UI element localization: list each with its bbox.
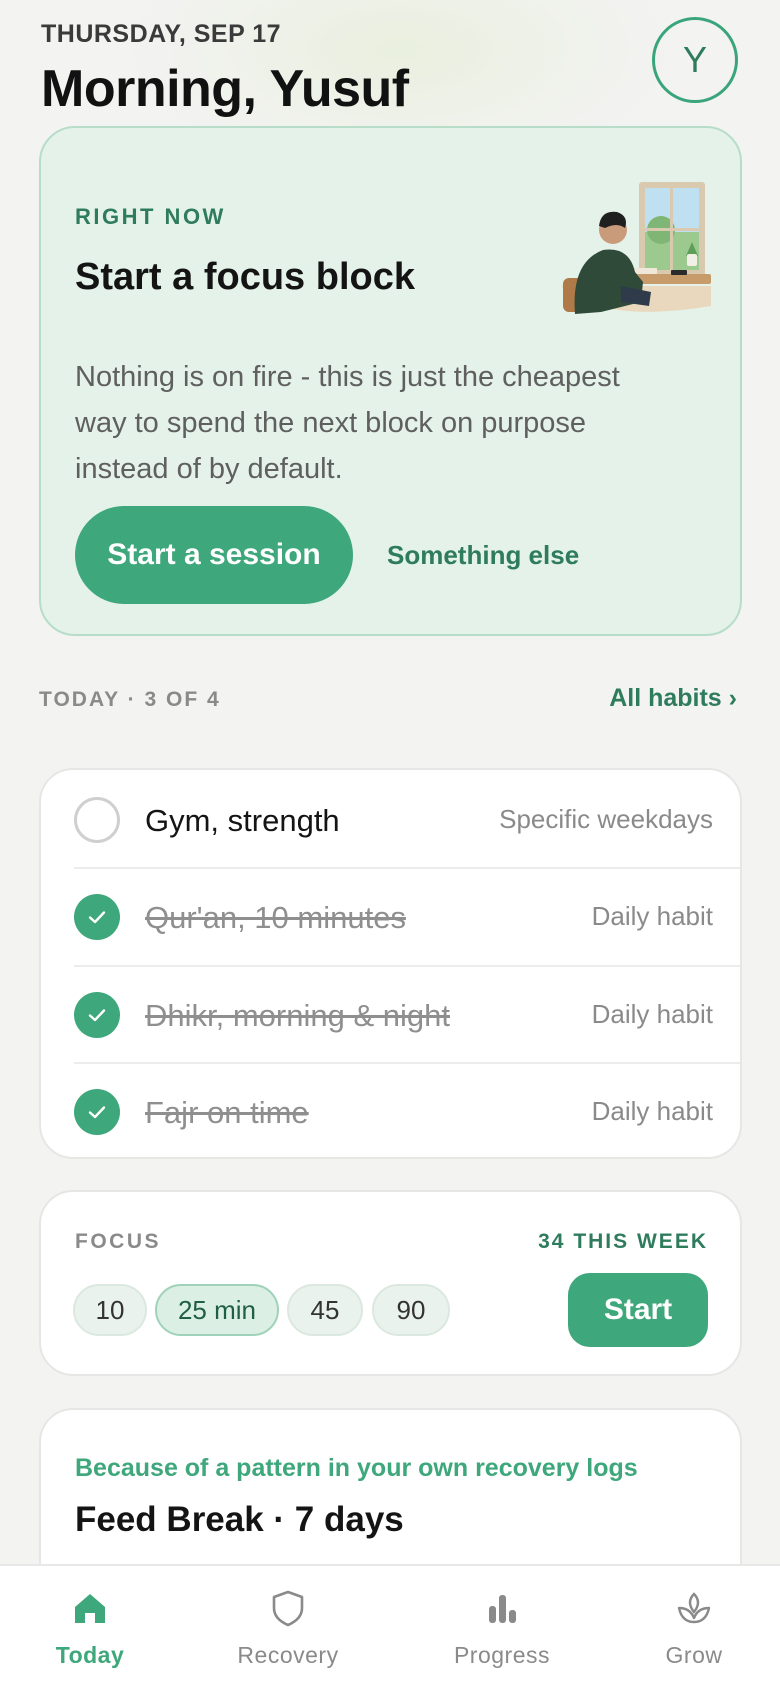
checkmark-icon[interactable] — [74, 992, 120, 1038]
habit-frequency: Daily habit — [591, 999, 713, 1029]
insight-subtitle: Because of a pattern in your own recover… — [75, 1454, 638, 1482]
habit-frequency: Daily habit — [591, 1096, 713, 1126]
duration-chip-90[interactable]: 90 — [372, 1284, 450, 1336]
hero-title: Start a focus block — [75, 256, 415, 298]
something-else-link[interactable]: Something else — [387, 540, 579, 571]
focus-suggestion-card: RIGHT NOW Start a focus block Nothing is… — [39, 126, 742, 636]
habit-frequency: Daily habit — [591, 901, 713, 931]
checkmark-icon[interactable] — [74, 1089, 120, 1135]
bottom-tab-bar: Today Recovery Progress Grow — [0, 1564, 780, 1688]
hero-kicker: RIGHT NOW — [75, 204, 226, 229]
all-habits-link[interactable]: All habits › — [609, 684, 737, 713]
start-session-button[interactable]: Start a session — [75, 506, 353, 604]
start-focus-button[interactable]: Start — [568, 1273, 708, 1347]
habit-row[interactable]: Qur'an, 10 minutes Daily habit — [41, 867, 744, 964]
focus-timer-card: FOCUS 34 THIS WEEK 10 25 min 45 90 Start — [39, 1190, 742, 1376]
hero-description: Nothing is on fire - this is just the ch… — [75, 361, 620, 485]
home-icon — [75, 1594, 105, 1623]
page-title: Morning, Yusuf — [41, 60, 409, 118]
tab-today[interactable]: Today — [0, 1566, 180, 1688]
tab-label: Recovery — [237, 1642, 339, 1668]
tab-progress[interactable]: Progress — [412, 1566, 592, 1688]
habit-name: Qur'an, 10 minutes — [145, 900, 406, 935]
bar-chart-icon — [489, 1595, 516, 1623]
checkmark-icon[interactable] — [74, 894, 120, 940]
studying-person-illustration — [561, 182, 711, 314]
duration-chip-25[interactable]: 25 min — [155, 1284, 279, 1336]
today-progress-label: TODAY · 3 OF 4 — [39, 688, 221, 711]
duration-chip-10[interactable]: 10 — [73, 1284, 147, 1336]
avatar-initial: Y — [682, 39, 707, 80]
habit-row[interactable]: Dhikr, morning & night Daily habit — [41, 965, 744, 1062]
insight-headline: Feed Break · 7 days — [75, 1500, 404, 1539]
habit-name: Fajr on time — [145, 1095, 309, 1130]
tab-grow[interactable]: Grow — [604, 1566, 780, 1688]
habit-name: Dhikr, morning & night — [145, 998, 450, 1033]
date-label: THURSDAY, SEP 17 — [41, 20, 282, 48]
tab-label: Today — [55, 1642, 125, 1668]
habit-name: Gym, strength — [145, 803, 340, 838]
habit-row[interactable]: Fajr on time Daily habit — [41, 1062, 744, 1159]
shield-icon — [272, 1590, 304, 1627]
focus-label: FOCUS — [75, 1230, 161, 1253]
unchecked-circle-icon[interactable] — [74, 797, 120, 843]
today-section-header: TODAY · 3 OF 4 All habits › — [39, 684, 742, 718]
tab-label: Progress — [453, 1642, 551, 1668]
duration-chip-45[interactable]: 45 — [287, 1284, 363, 1336]
habit-list: Gym, strength Specific weekdays Qur'an, … — [39, 768, 742, 1159]
tab-label: Grow — [665, 1642, 723, 1668]
habit-row[interactable]: Gym, strength Specific weekdays — [41, 770, 744, 867]
habit-frequency: Specific weekdays — [499, 804, 713, 834]
focus-week-total: 34 THIS WEEK — [538, 1230, 708, 1253]
sprout-icon — [677, 1592, 711, 1624]
page-header: THURSDAY, SEP 17 Morning, Yusuf — [41, 20, 741, 120]
avatar[interactable]: Y — [652, 17, 738, 103]
tab-recovery[interactable]: Recovery — [198, 1566, 378, 1688]
